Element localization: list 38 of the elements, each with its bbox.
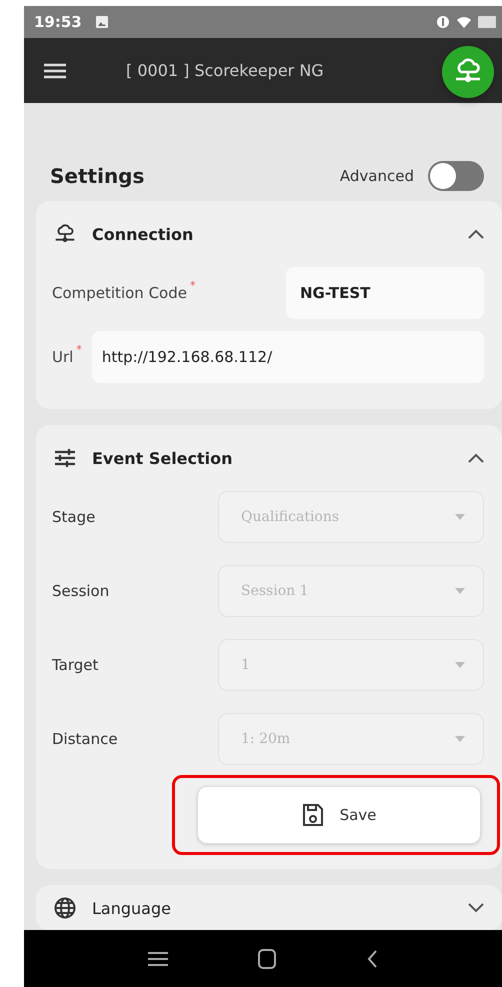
app-title: [ 0001 ] Scorekeeper NG <box>126 61 324 80</box>
data-saver-icon <box>436 15 450 29</box>
text-field[interactable]: http://192.168.68.112/ <box>92 331 484 383</box>
dropdown-arrow-icon <box>455 662 465 668</box>
field-label: Session <box>52 582 110 600</box>
recents-icon[interactable] <box>148 950 168 966</box>
chevron-icon[interactable] <box>468 453 484 463</box>
home-icon[interactable] <box>258 948 276 968</box>
field-label: Url <box>52 348 74 366</box>
event-selection-title: Event Selection <box>92 448 233 468</box>
globe-icon <box>54 897 76 919</box>
image-icon <box>96 16 108 28</box>
required-mark: * <box>190 279 196 292</box>
sliders-icon <box>54 449 76 467</box>
wifi-icon <box>456 15 472 29</box>
field-label: Competition Code <box>52 284 187 302</box>
status-time: 19:53 <box>34 13 82 31</box>
battery-icon <box>478 16 496 28</box>
chevron-icon[interactable] <box>468 229 484 239</box>
advanced-label: Advanced <box>340 167 414 185</box>
field-label: Stage <box>52 508 96 526</box>
language-title: Language <box>92 898 171 918</box>
save-button[interactable]: Save <box>197 786 481 844</box>
cloud-network-icon <box>54 224 76 244</box>
text-field[interactable]: NG-TEST <box>286 267 484 319</box>
cloud-network-button[interactable] <box>442 46 494 98</box>
dropdown-arrow-icon <box>455 514 465 520</box>
settings-title: Settings <box>50 164 144 188</box>
advanced-toggle[interactable] <box>428 161 484 191</box>
back-icon[interactable] <box>366 948 378 968</box>
field-label: Distance <box>52 730 119 748</box>
required-mark: * <box>76 343 82 356</box>
field-label: Target <box>52 656 100 674</box>
menu-icon[interactable] <box>44 62 66 78</box>
dropdown-arrow-icon <box>455 588 465 594</box>
connection-title: Connection <box>92 224 194 244</box>
dropdown-arrow-icon <box>455 736 465 742</box>
chevron-icon[interactable] <box>468 903 484 913</box>
